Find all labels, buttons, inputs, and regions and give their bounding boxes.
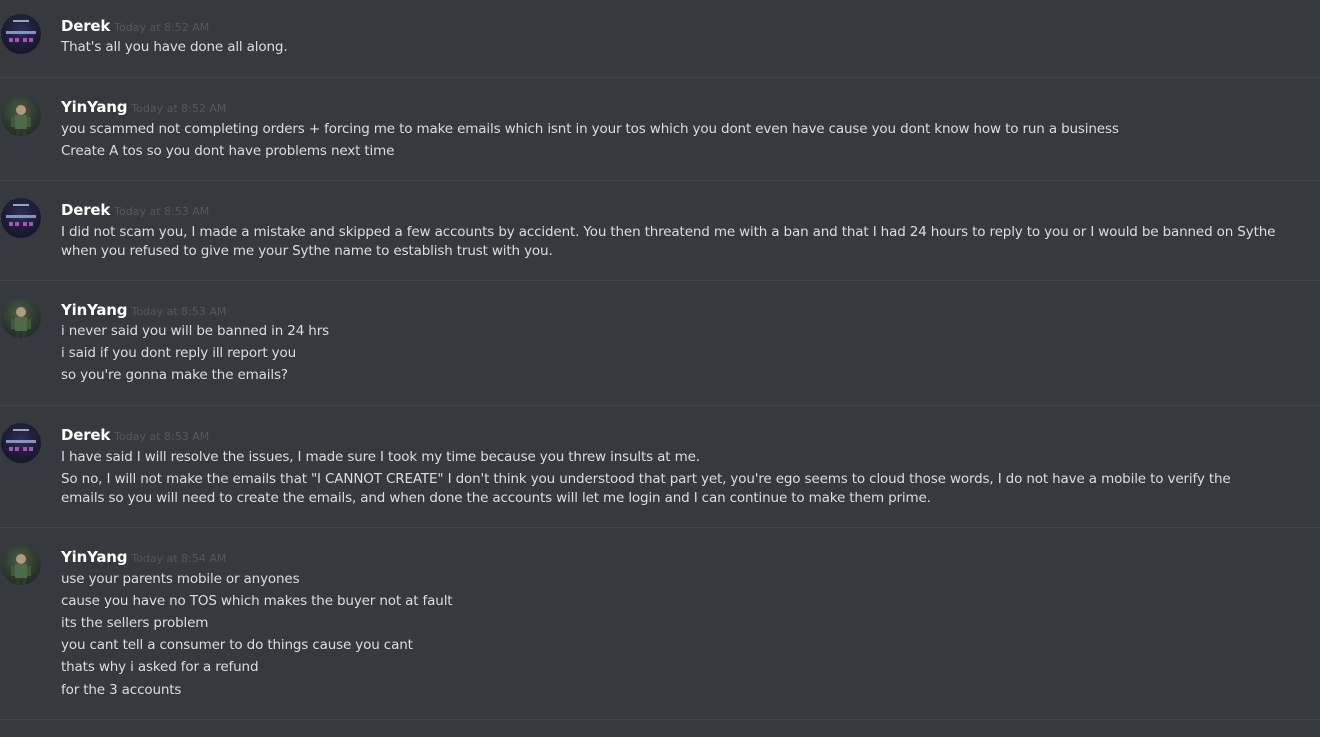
message-header: Derek Today at 8:52 AM bbox=[61, 16, 209, 35]
message-line: for the 3 accounts bbox=[61, 682, 182, 698]
message-divider bbox=[0, 405, 1320, 406]
message-line: so you're gonna make the emails? bbox=[61, 367, 288, 383]
message-line: i said if you dont reply ill report you bbox=[61, 345, 297, 361]
username[interactable]: YinYang bbox=[61, 98, 128, 116]
message-header: Derek Today at 8:53 AM bbox=[61, 425, 209, 444]
message-header: Derek Today at 8:53 AM bbox=[61, 200, 209, 219]
yinyang-avatar-icon bbox=[11, 307, 31, 338]
message-line: you cant tell a consumer to do things ca… bbox=[61, 637, 413, 653]
message-line: I did not scam you, I made a mistake and… bbox=[61, 224, 1276, 259]
message-header: YinYang Today at 8:53 AM bbox=[61, 300, 226, 319]
timestamp: Today at 8:53 AM bbox=[114, 430, 210, 443]
message-divider bbox=[0, 77, 1320, 78]
message-divider bbox=[0, 180, 1320, 181]
timestamp: Today at 8:53 AM bbox=[114, 205, 210, 218]
avatar[interactable] bbox=[1, 96, 41, 136]
message-header: YinYang Today at 8:54 AM bbox=[61, 547, 226, 566]
message-header: YinYang Today at 8:52 AM bbox=[61, 97, 226, 116]
yinyang-avatar-icon bbox=[11, 105, 31, 136]
avatar[interactable] bbox=[1, 423, 41, 463]
message-line: its the sellers problem bbox=[61, 615, 209, 631]
message-line: i never said you will be banned in 24 hr… bbox=[61, 323, 329, 339]
message-line: Create A tos so you dont have problems n… bbox=[61, 143, 395, 159]
derek-avatar-icon bbox=[6, 429, 36, 451]
message-line: So no, I will not make the emails that "… bbox=[61, 471, 1231, 506]
timestamp: Today at 8:52 AM bbox=[114, 21, 210, 34]
message-line: use your parents mobile or anyones bbox=[61, 571, 300, 587]
message-line: you scammed not completing orders + forc… bbox=[61, 121, 1119, 137]
username[interactable]: YinYang bbox=[61, 301, 128, 319]
timestamp: Today at 8:54 AM bbox=[131, 552, 227, 565]
message-line: That's all you have done all along. bbox=[61, 39, 288, 55]
username[interactable]: Derek bbox=[61, 201, 110, 219]
avatar[interactable] bbox=[1, 545, 41, 585]
avatar[interactable] bbox=[1, 198, 41, 238]
message-divider bbox=[0, 280, 1320, 281]
username[interactable]: YinYang bbox=[61, 548, 128, 566]
message-line: thats why i asked for a refund bbox=[61, 659, 259, 675]
message-line: I have said I will resolve the issues, I… bbox=[61, 449, 700, 465]
avatar[interactable] bbox=[1, 14, 41, 54]
avatar[interactable] bbox=[1, 298, 41, 338]
chat-messages: Derek Today at 8:52 AM That's all you hav… bbox=[0, 0, 1320, 737]
timestamp: Today at 8:52 AM bbox=[131, 102, 227, 115]
message-divider bbox=[0, 719, 1320, 720]
derek-avatar-icon bbox=[6, 204, 36, 226]
message-line: cause you have no TOS which makes the bu… bbox=[61, 593, 453, 609]
username[interactable]: Derek bbox=[61, 17, 110, 35]
derek-avatar-icon bbox=[6, 20, 36, 42]
message-divider bbox=[0, 527, 1320, 528]
yinyang-avatar-icon bbox=[11, 554, 31, 585]
username[interactable]: Derek bbox=[61, 426, 110, 444]
timestamp: Today at 8:53 AM bbox=[131, 305, 227, 318]
